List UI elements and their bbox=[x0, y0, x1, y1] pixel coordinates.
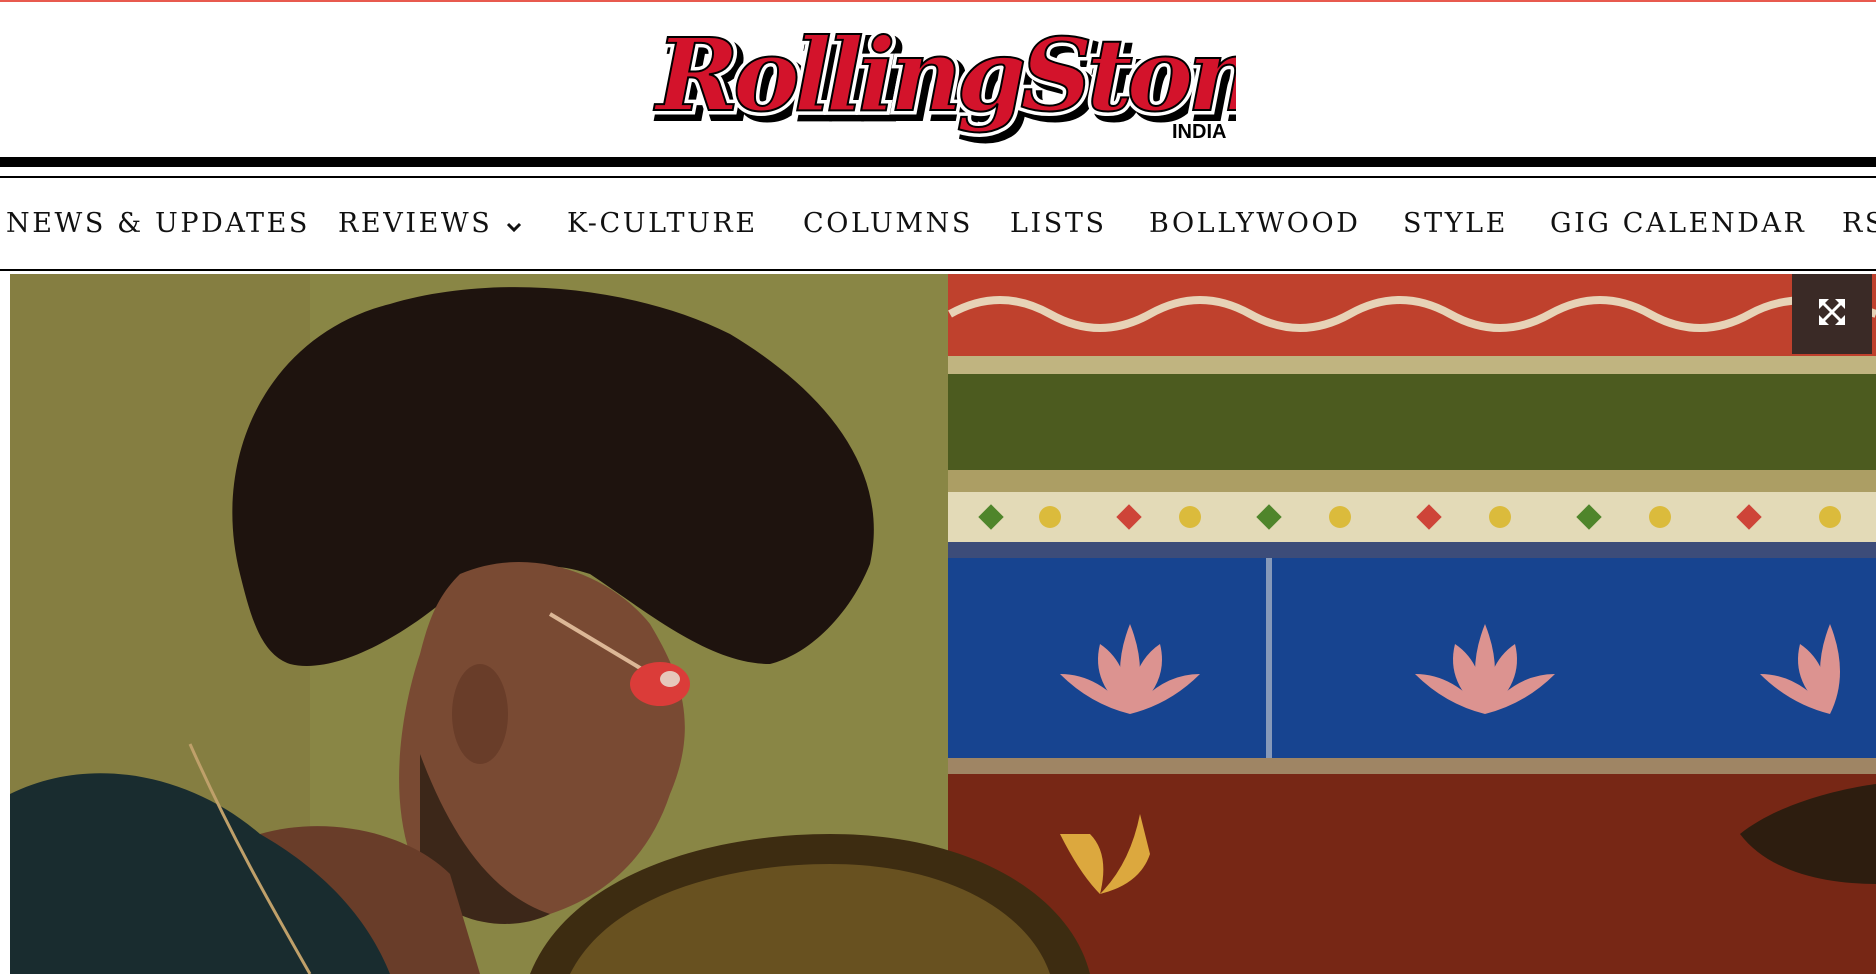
nav-item-label: RS bbox=[1842, 208, 1876, 239]
nav-item-label: K-CULTURE bbox=[567, 208, 758, 239]
nav-item-reviews[interactable]: REVIEWS bbox=[338, 208, 522, 240]
nav-item-columns[interactable]: COLUMNS bbox=[803, 208, 973, 240]
hero-image[interactable] bbox=[10, 274, 1876, 974]
logo-wordmark: RollingStone bbox=[653, 16, 1236, 134]
nav-item-label: REVIEWS bbox=[338, 208, 493, 239]
nav-item-news-updates[interactable]: NEWS & UPDATES bbox=[6, 208, 310, 240]
header-rule-thick bbox=[0, 157, 1876, 167]
site-logo[interactable]: RollingStone RollingStone RollingStone I… bbox=[652, 16, 1236, 146]
nav-item-label: NEWS & UPDATES bbox=[6, 208, 310, 239]
nav-item-rs[interactable]: RS bbox=[1842, 208, 1876, 240]
nav-item-bollywood[interactable]: BOLLYWOOD bbox=[1149, 208, 1361, 240]
main-nav: NEWS & UPDATES REVIEWS K-CULTURE COLUMNS… bbox=[0, 178, 1876, 269]
nav-item-gig-calendar[interactable]: GIG CALENDAR bbox=[1550, 208, 1806, 240]
nav-item-label: BOLLYWOOD bbox=[1149, 208, 1361, 239]
chevron-down-icon bbox=[506, 209, 522, 241]
nav-item-label: GIG CALENDAR bbox=[1550, 208, 1807, 239]
nav-item-k-culture[interactable]: K-CULTURE bbox=[567, 208, 758, 240]
nav-item-lists[interactable]: LISTS bbox=[1010, 208, 1107, 240]
nav-item-label: STYLE bbox=[1403, 208, 1508, 239]
nav-item-label: COLUMNS bbox=[803, 208, 973, 239]
nav-item-style[interactable]: STYLE bbox=[1403, 208, 1508, 240]
nav-rule-bottom bbox=[0, 269, 1876, 271]
page: RollingStone RollingStone RollingStone I… bbox=[0, 0, 1876, 974]
nav-item-label: LISTS bbox=[1010, 208, 1107, 239]
expand-button[interactable] bbox=[1792, 274, 1872, 354]
expand-icon bbox=[1817, 297, 1847, 331]
masthead: RollingStone RollingStone RollingStone I… bbox=[0, 2, 1876, 154]
logo-edition: INDIA bbox=[1172, 121, 1226, 143]
